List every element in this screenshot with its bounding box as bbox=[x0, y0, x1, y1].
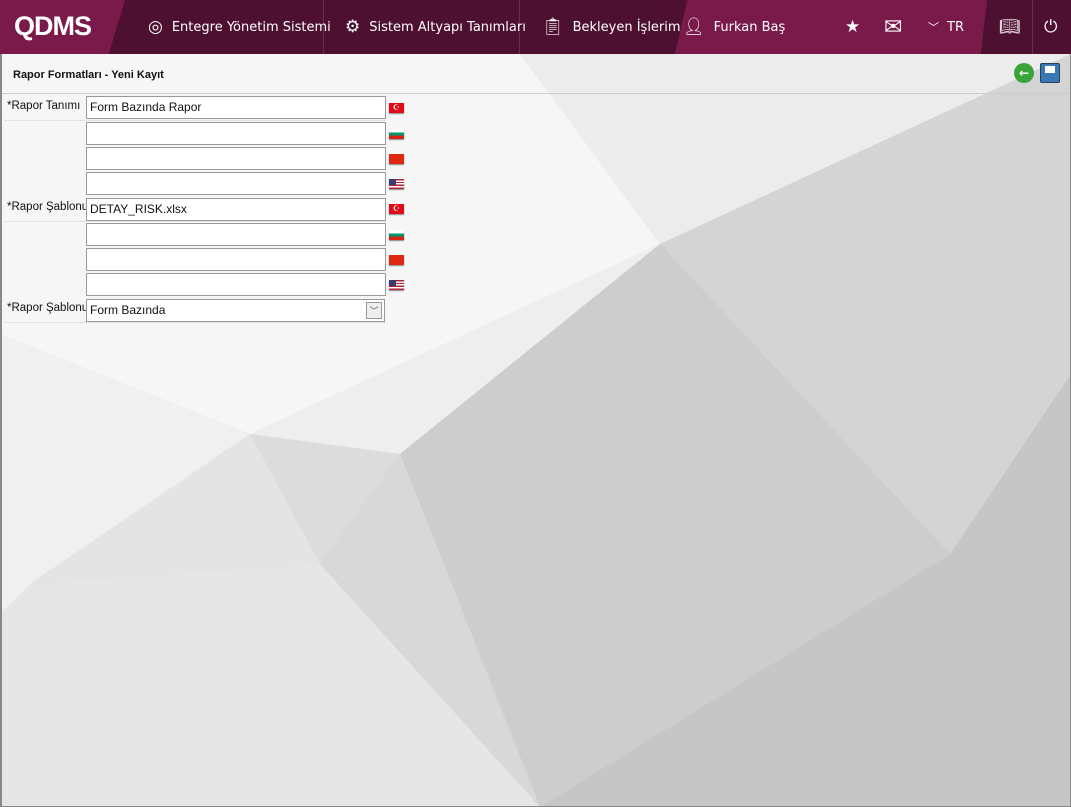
nav-entegre-yonetim-sistemi[interactable]: ◎ Entegre Yönetim Sistemi bbox=[148, 0, 331, 54]
gear-icon: ⚙ bbox=[345, 17, 361, 37]
save-button[interactable] bbox=[1040, 63, 1060, 83]
arrow-left-icon: ← bbox=[1018, 66, 1030, 80]
logout-button[interactable]: ⏻ bbox=[1044, 0, 1057, 54]
chevron-down-icon: ﹀ bbox=[928, 21, 939, 34]
rapor-sablonu-select[interactable]: Form Bazında ﹀ bbox=[86, 299, 385, 322]
rapor-sablonu-cn-input[interactable] bbox=[86, 248, 386, 271]
rapor-tanimi-tr-input[interactable]: Form Bazında Rapor bbox=[86, 96, 386, 119]
language-dropdown[interactable]: ﹀ TR bbox=[928, 0, 964, 54]
top-navbar: QDMS ◎ Entegre Yönetim Sistemi ⚙ Sistem … bbox=[0, 0, 1071, 54]
rapor-sablonu-tr-input[interactable]: DETAY_RISK.xlsx bbox=[86, 198, 386, 221]
flag-tr-icon: ☪ bbox=[389, 103, 404, 113]
book-icon: 📖︎ bbox=[999, 17, 1021, 37]
flag-bg-icon bbox=[389, 129, 404, 139]
user-icon: 👤︎ bbox=[683, 17, 705, 37]
nav-sistem-altyapi-tanimlari[interactable]: ⚙ Sistem Altyapı Tanımları bbox=[345, 0, 526, 54]
page-title: Rapor Formatları - Yeni Kayıt bbox=[2, 54, 1070, 94]
favorites-button[interactable]: ★ bbox=[845, 0, 860, 54]
flag-cn-icon bbox=[389, 255, 404, 265]
help-manual-button[interactable]: 📖︎ bbox=[999, 0, 1021, 54]
logo[interactable]: QDMS bbox=[0, 0, 125, 54]
form-panel: Rapor Formatları - Yeni Kayıt ← *Rapor T… bbox=[0, 54, 1071, 807]
rapor-sablonu-bg-input[interactable] bbox=[86, 223, 386, 246]
rapor-tanimi-us-input[interactable] bbox=[86, 172, 386, 195]
star-icon: ★ bbox=[845, 17, 861, 37]
clipboard-icon: 📋︎ bbox=[542, 17, 564, 37]
rapor-tanimi-bg-input[interactable] bbox=[86, 122, 386, 145]
rapor-sablonu-us-input[interactable] bbox=[86, 273, 386, 296]
power-icon: ⏻ bbox=[1044, 17, 1058, 37]
envelope-icon: ✉ bbox=[884, 14, 903, 40]
back-button[interactable]: ← bbox=[1014, 63, 1034, 83]
flag-tr-icon: ☪ bbox=[389, 204, 404, 214]
nav-bekleyen-islerim[interactable]: 📋︎ Bekleyen İşlerim bbox=[542, 0, 681, 54]
flag-us-icon bbox=[389, 179, 404, 189]
rapor-tanimi-cn-input[interactable] bbox=[86, 147, 386, 170]
save-icon bbox=[1045, 66, 1055, 73]
flag-us-icon bbox=[389, 280, 404, 290]
flag-bg-icon bbox=[389, 230, 404, 240]
messages-button[interactable]: ✉ bbox=[884, 0, 902, 54]
nav-user[interactable]: 👤︎ Furkan Baş bbox=[683, 0, 785, 54]
qdms-icon: ◎ bbox=[148, 17, 163, 37]
chevron-down-icon[interactable]: ﹀ bbox=[366, 302, 382, 319]
flag-cn-icon bbox=[389, 154, 404, 164]
